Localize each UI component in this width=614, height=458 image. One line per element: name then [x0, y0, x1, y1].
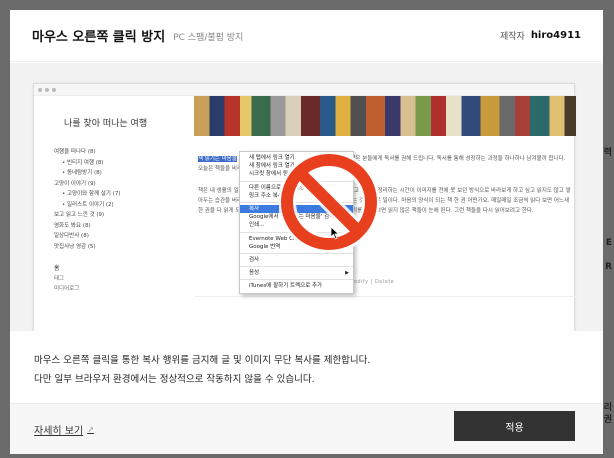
window-dot-icon: [45, 87, 49, 92]
modal-subtitle: PC 스팸/불펌 방지: [173, 33, 244, 43]
author-label: 제작자: [499, 32, 525, 42]
blog-title: 나를 찾아 떠나는 여행: [64, 119, 148, 129]
category-item: 고양이 이야기 (9): [54, 180, 96, 187]
menu-item-label: 복사: [249, 206, 260, 213]
category-item: 영화도 봐요 (8): [54, 222, 91, 229]
mouse-cursor-icon: [330, 226, 340, 240]
preview-browser-window: 나를 찾아 떠나는 여행 여행을 떠나다 (8) • 빈티지 여행 (8) • 동네…: [33, 83, 576, 331]
browser-titlebar: [34, 84, 574, 96]
modal-footer: 자세히 보기 ↗ 적용: [10, 403, 603, 454]
menu-separator: [240, 253, 353, 255]
modal-title: 마우스 오른쪽 클릭 방지: [32, 30, 166, 45]
window-dot-icon: [38, 87, 42, 92]
category-list: 여행을 떠나다 (8) • 빈티지 여행 (8) • 동네탐방기 (8) 고양이 이야…: [54, 147, 174, 252]
category-item: • 동네탐방기 (8): [62, 170, 102, 176]
description-line: 마우스 오른쪽 클릭을 통한 복사 행위를 금지해 글 및 이미지 무단 복사를…: [34, 355, 371, 366]
author-name: hiro4911: [530, 30, 581, 41]
menu-separator: [240, 279, 353, 281]
menu-item-label: 인쇄...: [249, 222, 265, 229]
external-link-icon: ↗: [87, 425, 94, 434]
more-info-link[interactable]: 자세히 보기 ↗: [34, 422, 94, 437]
apply-button[interactable]: 적용: [454, 411, 575, 441]
modify-delete-links: Modify | Delete: [349, 279, 395, 285]
category-item: • 일러스트 이야기 (2): [62, 201, 114, 208]
books-banner-image: [194, 96, 576, 136]
blog-sidebar: 나를 찾아 떠나는 여행 여행을 떠나다 (8) • 빈티지 여행 (8) • 동네…: [34, 96, 174, 331]
backdrop-text: E: [605, 238, 612, 248]
sidebar-link: 태그: [54, 276, 65, 282]
menu-separator: [240, 266, 353, 268]
window-dot-icon: [52, 87, 56, 92]
description-panel: 마우스 오른쪽 클릭을 통한 복사 행위를 금지해 글 및 이미지 무단 복사를…: [10, 331, 603, 403]
prohibit-icon: [279, 152, 379, 252]
context-menu-item: iTunes에 팔하기 트랙으로 추가: [240, 282, 353, 290]
context-menu-item: 검사: [240, 256, 353, 264]
menu-item-label: 링크 주소 복사: [249, 192, 283, 199]
selected-text: 책 읽기는 마음을: [198, 156, 237, 162]
description-line: 다만 일부 브라우저 환경에서는 정상적으로 작동하지 않을 수 있습니다.: [34, 374, 315, 385]
backdrop-text: 력: [603, 148, 612, 158]
modal-header: 마우스 오른쪽 클릭 방지 PC 스팸/불펌 방지 제작자 hiro4911: [10, 10, 603, 62]
category-item: 여행을 떠나다 (8): [54, 149, 96, 155]
context-menu-item: 음성 ▶: [240, 269, 353, 277]
category-item: 일상다반사 (8): [54, 233, 89, 239]
menu-item-label: 음성: [249, 270, 260, 277]
more-info-label: 자세히 보기: [34, 426, 84, 437]
menu-item-label: 검사: [249, 257, 260, 264]
preview-area: 나를 찾아 떠나는 여행 여행을 떠나다 (8) • 빈티지 여행 (8) • 동네…: [10, 63, 603, 331]
category-item: • 고양이와 함께 살기 (7): [62, 191, 121, 197]
plugin-modal: 마우스 오른쪽 클릭 방지 PC 스팸/불펌 방지 제작자 hiro4911 나…: [10, 10, 603, 454]
category-item: 보고 읽고 느낀 것 (9): [54, 212, 105, 218]
submenu-arrow-icon: ▶: [345, 270, 349, 277]
sidebar-heading: 홈: [54, 265, 60, 272]
divider: [194, 296, 576, 297]
category-item: • 빈티지 여행 (8): [62, 159, 104, 166]
menu-item-label: Google 번역: [249, 243, 281, 250]
category-item: 맛집사냥 영감 (5): [54, 243, 96, 250]
sidebar-link: 미디어로그: [54, 286, 80, 292]
menu-item-label: iTunes에 팔하기 트랙으로 추가: [249, 283, 323, 290]
backdrop-text: R: [605, 262, 612, 272]
backdrop-text: 권: [603, 415, 612, 425]
